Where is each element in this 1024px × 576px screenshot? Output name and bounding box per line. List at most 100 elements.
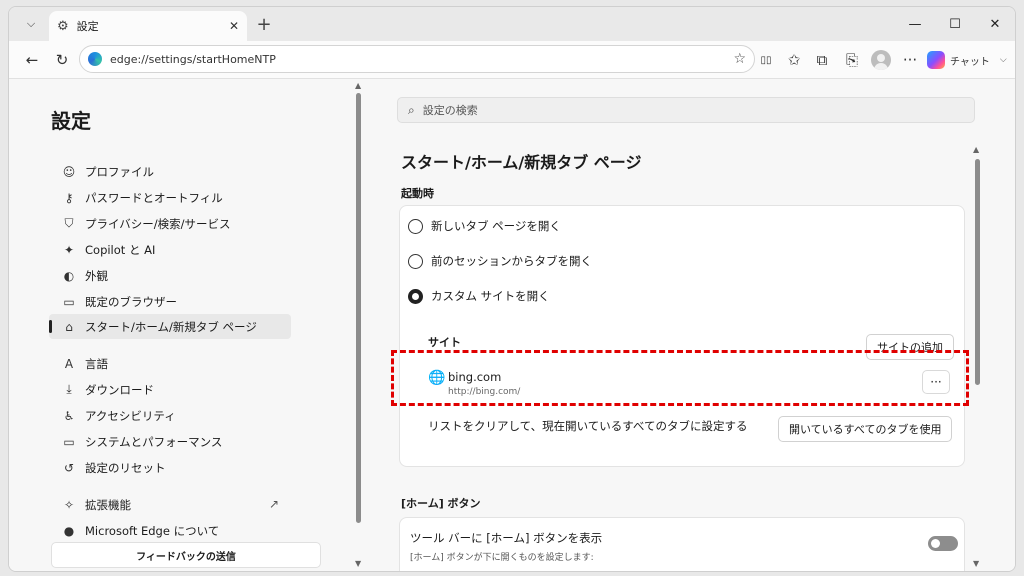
sidebar-item-copilot[interactable]: ✦ Copilot と AI [49, 237, 291, 262]
sidebar-item-label: システムとパフォーマンス [85, 434, 223, 449]
split-screen-icon[interactable]: ▯▯ [755, 49, 777, 71]
title-bar: ⌵ ⚙ 設定 ✕ + — ☐ ✕ [9, 7, 1015, 41]
search-placeholder: 設定の検索 [422, 104, 478, 117]
more-icon[interactable]: ··· [899, 49, 921, 71]
settings-title: 設定 [51, 109, 91, 133]
screenshot-icon[interactable]: ⎘ [841, 49, 863, 71]
reset-icon: ↺ [63, 460, 75, 475]
extensions-icon: ✧ [63, 497, 75, 512]
sidebar-item-label: 拡張機能 [85, 497, 131, 512]
profile-icon: ☺ [62, 164, 76, 179]
radio-label: 前のセッションからタブを開く [431, 254, 592, 268]
sidebar-item-about[interactable]: ● Microsoft Edge について [49, 518, 291, 543]
home-toggle-title: ツール バーに [ホーム] ボタンを表示 [410, 531, 603, 545]
sidebar-item-start-home-newtab[interactable]: ⌂ スタート/ホーム/新規タブ ページ [49, 314, 291, 339]
startup-section-label: 起動時 [401, 187, 434, 200]
home-button-toggle[interactable] [928, 536, 958, 551]
feedback-button[interactable]: フィードバックの送信 [51, 542, 321, 568]
chevron-down-icon[interactable]: ⌵ [1000, 55, 1007, 65]
radio-label: 新しいタブ ページを開く [431, 219, 561, 233]
site-name: bing.com [448, 370, 502, 384]
sidebar-item-reset[interactable]: ↺ 設定のリセット [49, 455, 291, 480]
edge-logo-icon [88, 52, 102, 66]
sidebar-item-privacy[interactable]: ⛉ プライバシー/検索/サービス [49, 211, 291, 236]
shield-icon: ⛉ [64, 216, 74, 230]
minimize-icon[interactable]: — [895, 13, 935, 35]
favorite-star-icon[interactable]: ☆ [733, 51, 746, 67]
close-window-icon[interactable]: ✕ [975, 13, 1015, 35]
copilot-label: チャット [950, 56, 990, 68]
sidebar-item-label: プロファイル [85, 164, 154, 179]
gear-icon: ⚙ [57, 18, 69, 34]
page-title: スタート/ホーム/新規タブ ページ [401, 153, 642, 172]
search-icon: ⌕ [408, 102, 415, 117]
main-scrollbar[interactable] [975, 159, 980, 385]
radio-option-previous-session[interactable]: 前のセッションからタブを開く [408, 251, 592, 271]
site-list-item: 🌐 bing.com http://bing.com/ ··· [424, 366, 954, 406]
sidebar-item-default-browser[interactable]: ▭ 既定のブラウザー [49, 289, 291, 314]
sidebar-item-label: 設定のリセット [85, 460, 166, 475]
home-button-card: ツール バーに [ホーム] ボタンを表示 [ホーム] ボタンが下に開くものを設定… [399, 517, 965, 571]
settings-main: ⌕ 設定の検索 スタート/ホーム/新規タブ ページ 起動時 新しいタブ ページを… [361, 79, 1015, 571]
external-link-icon[interactable]: ↗ [269, 497, 279, 511]
sidebar-item-accessibility[interactable]: ♿ アクセシビリティ [49, 403, 291, 428]
radio-label: カスタム サイトを開く [431, 289, 550, 303]
sidebar-item-profile[interactable]: ☺ プロファイル [49, 159, 291, 184]
sidebar-item-label: パスワードとオートフィル [85, 190, 223, 205]
radio-button-selected[interactable] [408, 288, 423, 304]
content-area: 設定 ☺ プロファイル ⚷ パスワードとオートフィル ⛉ プライバシー/検索/サ… [9, 79, 1015, 571]
sidebar-item-languages[interactable]: A 言語 [49, 351, 291, 376]
main-scroll-down-icon[interactable]: ▼ [973, 559, 979, 568]
address-text[interactable]: edge://settings/startHomeNTP [110, 53, 733, 66]
copilot-button[interactable]: チャット ⌵ [927, 49, 1007, 71]
refresh-icon[interactable]: ↻ [51, 49, 73, 71]
sidebar-item-label: アクセシビリティ [85, 408, 176, 423]
accessibility-icon: ♿ [63, 408, 75, 423]
key-icon: ⚷ [64, 190, 74, 205]
sidebar-item-label: 外観 [85, 268, 108, 283]
home-button-section-label: [ホーム] ボタン [401, 497, 481, 510]
sidebar-item-label: ダウンロード [85, 382, 154, 397]
startup-options-card: 新しいタブ ページを開く 前のセッションからタブを開く カスタム サイトを開く … [399, 205, 965, 467]
back-icon[interactable]: ← [21, 49, 43, 71]
favorites-icon[interactable]: ✩ [783, 49, 805, 71]
sidebar-item-downloads[interactable]: ⤓ ダウンロード [49, 377, 291, 402]
tab-settings[interactable]: ⚙ 設定 ✕ [49, 11, 247, 41]
sites-label: サイト [428, 336, 461, 349]
globe-icon: 🌐 [428, 370, 446, 386]
tab-actions-icon[interactable]: ⌵ [17, 13, 45, 35]
settings-search-input[interactable]: ⌕ 設定の検索 [397, 97, 975, 123]
sidebar-item-label: 既定のブラウザー [85, 294, 177, 309]
copilot-sparkle-icon: ✦ [63, 242, 75, 257]
new-tab-icon[interactable]: + [253, 13, 275, 35]
language-icon: A [64, 356, 74, 371]
appearance-icon: ◐ [63, 268, 75, 283]
sidebar-item-appearance[interactable]: ◐ 外観 [49, 263, 291, 288]
copilot-icon [927, 51, 945, 69]
download-icon: ⤓ [66, 382, 72, 396]
site-more-button[interactable]: ··· [922, 370, 950, 394]
maximize-icon[interactable]: ☐ [935, 13, 975, 35]
sidebar-item-label: スタート/ホーム/新規タブ ページ [85, 319, 257, 334]
browser-window-icon: ▭ [63, 294, 75, 309]
sidebar-item-extensions[interactable]: ✧ 拡張機能 [49, 492, 291, 517]
radio-button[interactable] [408, 218, 423, 234]
radio-option-custom-sites[interactable]: カスタム サイトを開く [408, 286, 550, 306]
site-url: http://bing.com/ [448, 387, 521, 397]
add-site-button[interactable]: サイトの追加 [866, 334, 954, 360]
use-all-open-tabs-button[interactable]: 開いているすべてのタブを使用 [778, 416, 953, 442]
laptop-icon: ▭ [63, 434, 75, 449]
collections-icon[interactable]: ⧉ [811, 49, 833, 71]
tab-title: 設定 [76, 20, 99, 33]
address-bar[interactable]: edge://settings/startHomeNTP ☆ [79, 45, 755, 73]
main-scroll-up-icon[interactable]: ▲ [973, 145, 979, 154]
sidebar-item-passwords[interactable]: ⚷ パスワードとオートフィル [49, 185, 291, 210]
browser-window: ⌵ ⚙ 設定 ✕ + — ☐ ✕ ← ↻ edge://settings/sta… [8, 6, 1016, 572]
sidebar-item-label: プライバシー/検索/サービス [85, 216, 231, 231]
avatar[interactable] [871, 50, 891, 70]
home-toggle-description: [ホーム] ボタンが下に開くものを設定します: [410, 553, 594, 563]
close-tab-icon[interactable]: ✕ [229, 19, 239, 33]
sidebar-item-system[interactable]: ▭ システムとパフォーマンス [49, 429, 291, 454]
radio-button[interactable] [408, 253, 423, 269]
radio-option-new-tab[interactable]: 新しいタブ ページを開く [408, 216, 561, 236]
